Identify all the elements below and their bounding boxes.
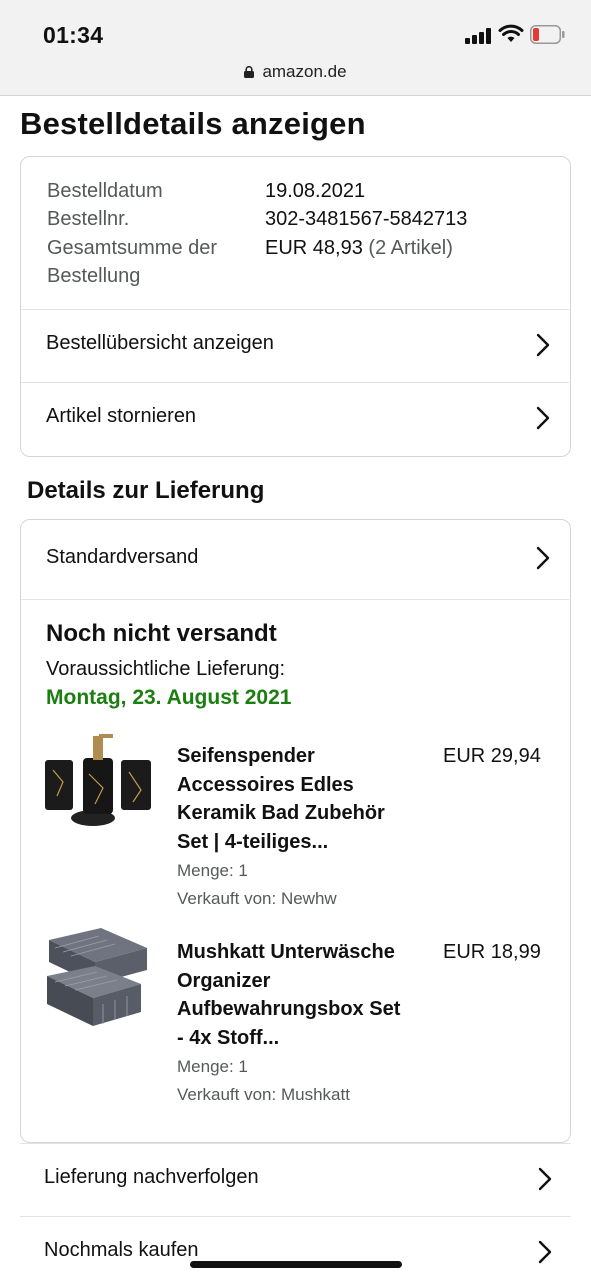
order-total-label-line1: Gesamtsumme der (47, 237, 218, 259)
lock-icon (244, 63, 255, 78)
chevron-right-icon (538, 1167, 552, 1191)
organizer-box-thumbnail-icon[interactable] (45, 926, 151, 1032)
order-total-label: Gesamtsumme der Bestellung (47, 234, 217, 290)
item-seller: Verkauft von: Newhw (177, 889, 337, 908)
order-date-label: Bestelldatum (47, 180, 163, 202)
item-title-line: Seifenspender (177, 745, 315, 767)
item-title-line: Accessoires Edles (177, 773, 354, 796)
buy-again-row[interactable]: Nochmals kaufen (20, 1216, 571, 1280)
item-quantity: Menge: 1 (177, 861, 248, 880)
shipping-method-label: Standardversand (46, 546, 199, 568)
shipping-method-row[interactable]: Standardversand (21, 520, 569, 600)
status-bar: 01:34 amazon.de (0, 0, 591, 96)
chevron-right-icon (536, 546, 550, 570)
view-order-summary-row[interactable]: Bestellübersicht anzeigen (21, 309, 569, 381)
buy-again-label: Nochmals kaufen (44, 1239, 199, 1261)
item-title-line: Keramik Bad Zubehör (177, 802, 385, 824)
item-title-line: Mushkatt Unterwäsche (177, 941, 395, 963)
cancel-items-label: Artikel stornieren (46, 405, 197, 427)
item-title[interactable]: Seifenspender Accessoires Edles Keramik … (177, 742, 419, 856)
order-date-value: 19.08.2021 (265, 180, 366, 202)
clock: 01:34 (43, 22, 104, 48)
wifi-icon (498, 24, 524, 42)
order-number-label: Bestellnr. (47, 208, 130, 230)
track-delivery-row[interactable]: Lieferung nachverfolgen (20, 1143, 571, 1216)
order-total-label-line2: Bestellung (47, 265, 141, 287)
chevron-right-icon (536, 333, 550, 357)
battery-icon (530, 25, 565, 44)
order-number-value: 302-3481567-5842713 (265, 208, 468, 230)
item-price: EUR 18,99 (443, 941, 541, 963)
item-seller: Verkauft von: Mushkatt (177, 1085, 350, 1104)
url-text: amazon.de (262, 62, 347, 81)
item-title[interactable]: Mushkatt Unterwäsche Organizer Aufbewahr… (177, 938, 419, 1052)
cellular-signal-icon (465, 28, 493, 44)
item-title-line: Aufbewahrungsbox Set (177, 998, 401, 1020)
page-title: Bestelldetails anzeigen (20, 106, 366, 141)
home-indicator[interactable] (190, 1261, 402, 1268)
delivery-section-title: Details zur Lieferung (27, 477, 265, 504)
cancel-items-row[interactable]: Artikel stornieren (21, 382, 569, 454)
chevron-right-icon (536, 406, 550, 430)
item-quantity: Menge: 1 (177, 1057, 248, 1076)
order-summary-card: Bestelldatum 19.08.2021 Bestellnr. 302-3… (20, 156, 571, 457)
order-item-count: (2 Artikel) (368, 237, 453, 259)
delivery-card: Standardversand Noch nicht versandt Vora… (20, 519, 571, 1143)
address-bar[interactable]: amazon.de (0, 62, 591, 82)
order-total-value: EUR 48,93 (2 Artikel) (265, 234, 453, 262)
shipment-status: Noch nicht versandt (46, 620, 277, 647)
expected-delivery-label: Voraussichtliche Lieferung: (46, 658, 286, 680)
order-total-amount: EUR 48,93 (265, 237, 363, 259)
track-delivery-label: Lieferung nachverfolgen (44, 1166, 259, 1188)
item-title-line: - 4x Stoff... (177, 1026, 280, 1049)
chevron-right-icon (538, 1240, 552, 1264)
item-price: EUR 29,94 (443, 745, 541, 767)
item-title-line: Set | 4-teiliges... (177, 830, 329, 853)
item-title-line: Organizer (177, 969, 271, 992)
bathroom-set-thumbnail-icon[interactable] (45, 730, 151, 836)
expected-delivery-date: Montag, 23. August 2021 (46, 686, 292, 709)
view-order-summary-label: Bestellübersicht anzeigen (46, 332, 274, 354)
